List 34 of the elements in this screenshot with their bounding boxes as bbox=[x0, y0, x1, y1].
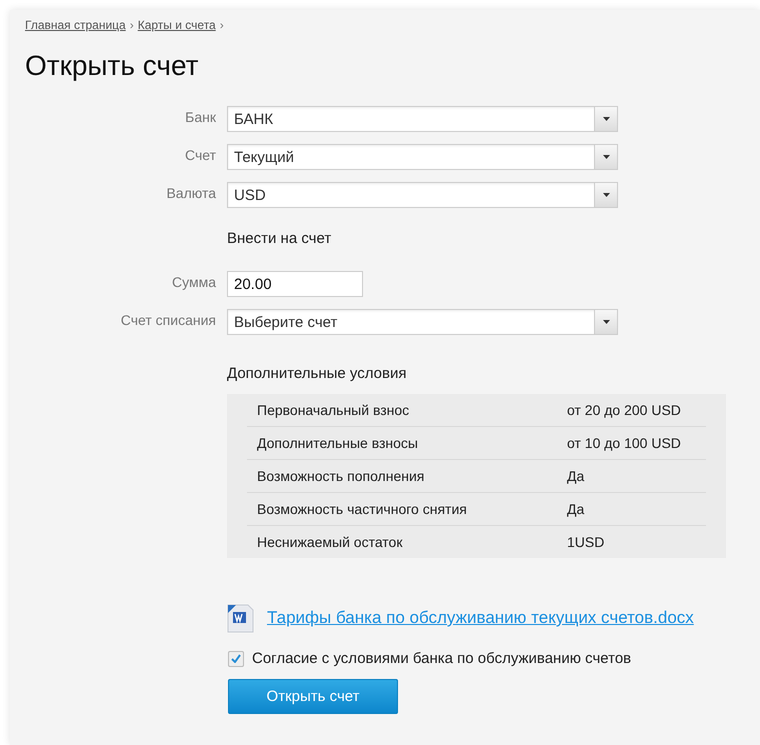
field-label: Счет списания bbox=[120, 311, 216, 328]
agreement-checkbox[interactable] bbox=[228, 650, 244, 666]
table-cell-text: Дополнительные взносы bbox=[257, 435, 419, 451]
dropdown-field[interactable]: USD bbox=[227, 182, 618, 208]
field-label: Валюта bbox=[165, 184, 216, 201]
field-label: Счет bbox=[184, 146, 216, 163]
table-cell-text: Да bbox=[567, 501, 586, 517]
dropdown-field[interactable]: Выберите счет bbox=[227, 309, 618, 335]
document-icon bbox=[226, 602, 255, 634]
table-cell-text: Возможность частичного снятия bbox=[257, 501, 468, 517]
section-title: Внести на счет bbox=[227, 230, 332, 247]
section-title: Дополнительные условия bbox=[227, 365, 408, 382]
table-cell-text: от 20 до 200 USD bbox=[567, 402, 682, 418]
caret-icon bbox=[602, 193, 610, 197]
breadcrumb-link[interactable]: Карты и счета bbox=[138, 18, 216, 32]
table-cell-text: Неснижаемый остаток bbox=[257, 534, 404, 550]
field-label: Сумма bbox=[171, 273, 216, 290]
table-cell-text: Да bbox=[567, 468, 586, 484]
dropdown-field[interactable]: БАНК bbox=[227, 106, 618, 132]
table-cell-text: 1USD bbox=[567, 534, 606, 550]
breadcrumb-separator: › bbox=[130, 18, 134, 32]
table-cell-text: Первоначальный взнос bbox=[257, 402, 410, 418]
breadcrumb-separator: › bbox=[220, 18, 224, 32]
table-cell-text: от 10 до 100 USD bbox=[567, 435, 682, 451]
breadcrumb-link[interactable]: Главная страница bbox=[25, 18, 126, 32]
agreement-label: Согласие с условиями банка по обслуживанию счетов bbox=[252, 650, 632, 667]
table-cell-text: Возможность пополнения bbox=[257, 468, 426, 484]
amount-field[interactable]: 20.00 bbox=[227, 271, 363, 297]
caret-icon bbox=[602, 320, 610, 324]
caret-icon bbox=[602, 117, 610, 121]
page-title: Открыть счет bbox=[25, 50, 200, 82]
field-label: Банк bbox=[184, 108, 216, 125]
caret-icon bbox=[602, 155, 610, 159]
dropdown-field[interactable]: Текущий bbox=[227, 144, 618, 170]
